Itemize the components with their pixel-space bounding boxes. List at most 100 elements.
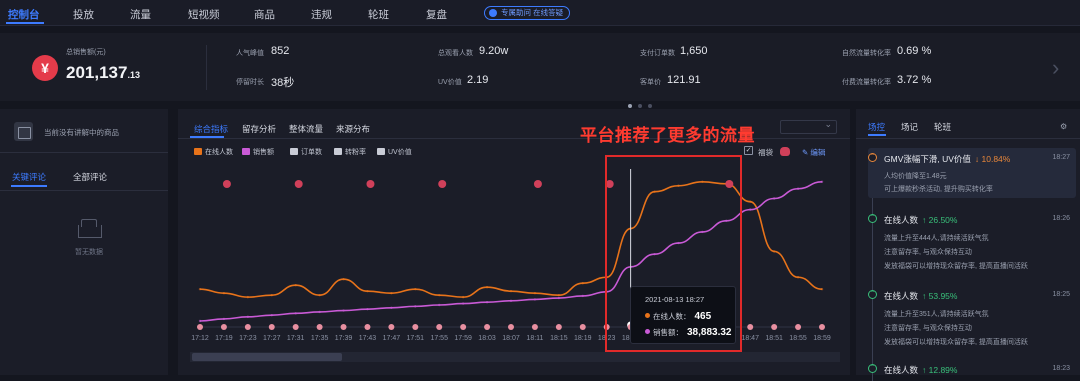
data-point [772,197,776,200]
data-point [246,315,250,319]
nav-tab-short-video[interactable]: 短视频 [188,7,220,22]
alert-item[interactable]: ⌃ 在线人数 ↑ 12.89% 18:23 [868,359,1076,375]
stat-label-peak: 人气峰值 [236,50,264,57]
lucky-bag-marker [294,180,303,188]
alerts-panel: 场控 场记 轮班 ⚙ ⌃ GMV涨幅下滑, UV价值 ↓ 10.84% 18:27… [856,109,1080,381]
data-point [294,284,297,287]
tab-shifts[interactable]: 轮班 [934,121,951,133]
nav-tab-products[interactable]: 商品 [254,7,275,22]
stat-value-natural-conv: 0.69 % [897,45,932,57]
event-marker [197,324,203,330]
chevron-right-icon[interactable]: › [1052,55,1059,81]
event-marker [412,324,419,330]
event-marker [244,324,251,330]
x-tick-label: 17:55 [430,335,448,342]
x-tick-label: 18:59 [813,335,831,342]
data-point [533,298,537,301]
event-marker [484,324,491,330]
stat-value-uv: 2.19 [467,74,489,86]
support-badge[interactable]: 专属助问 在线答疑 [484,6,571,20]
data-point [222,291,226,295]
event-marker [364,324,371,330]
metrics-chart[interactable]: 17:12 17:19 17:23 17:27 17:31 17:35 17:39 17:43… [178,109,850,375]
nav-tab-traffic[interactable]: 流量 [130,7,151,22]
gear-icon[interactable]: ⚙ [1060,122,1067,131]
alert-title: GMV涨幅下滑, UV价值 ↓ 10.84% [884,154,1011,164]
stat-label-viewers: 总观看人数 [438,50,473,57]
event-marker [531,324,538,330]
tab-field-control[interactable]: 场控 [868,121,885,133]
annotation-text: 平台推荐了更多的流量 [580,126,755,145]
data-point [509,299,513,303]
x-tick-label: 18:47 [741,335,759,342]
data-point [557,296,561,300]
alert-title: 在线人数 ↑ 12.89% [884,365,958,375]
event-marker [292,324,299,330]
stat-value-viewers: 9.20w [479,45,509,57]
x-tick-label: 18:55 [789,335,807,342]
event-marker [747,324,754,330]
data-point [270,293,273,297]
chart-scroll-thumb[interactable] [192,353,342,361]
data-point [461,302,465,305]
alert-line: 发放福袋可以增持现众留存率, 提高直播间活跃 [884,339,1028,346]
data-point [820,287,824,291]
alert-time: 18:25 [1052,291,1070,298]
data-point [796,276,800,279]
tab-all-comments[interactable]: 全部评论 [73,171,107,183]
event-marker [340,324,347,330]
nav-tab-review[interactable]: 复盘 [426,7,447,22]
x-tick-label: 18:15 [550,335,568,342]
tooltip-online: 在线人数： 465 [645,311,711,322]
x-tick-label: 17:31 [287,335,305,342]
nav-tab-ads[interactable]: 投放 [73,7,94,22]
page-dot[interactable] [648,104,652,108]
x-tick-label: 18:51 [765,335,783,342]
data-point [294,312,297,315]
x-tick-label: 17:19 [215,335,233,342]
data-point [772,250,776,253]
nav-tab-shifts[interactable]: 轮班 [368,7,389,22]
alert-item[interactable]: ⌃ GMV涨幅下滑, UV价值 ↓ 10.84% 18:27 人均价值降至1.48… [868,148,1076,198]
active-tab-indicator [6,22,44,24]
tab-field-notes[interactable]: 场记 [901,121,918,133]
data-point [796,187,800,190]
x-tick-label: 17:39 [335,335,353,342]
data-point [366,289,369,293]
alert-up-icon: ⌃ [868,364,877,373]
empty-box-icon [78,219,102,238]
data-point [461,295,465,299]
alert-line: 流量上升至444人,请持续活跃气氛 [884,235,989,242]
stat-value-peak: 852 [271,45,290,57]
stat-label-orders: 支付订单数 [640,50,675,57]
alert-item[interactable]: ⌃ 在线人数 ↑ 53.95% 18:25 流量上升至351人,请持续活跃气氛 注… [868,285,1076,349]
data-point [581,282,584,285]
lucky-bag-marker [366,180,375,188]
data-point [485,285,489,289]
data-point [270,313,273,317]
alert-item[interactable]: ⌃ 在线人数 ↑ 26.50% 18:26 流量上升至444人,请持续活跃气氛 注… [868,209,1076,273]
page-dot[interactable] [638,104,642,108]
data-point [438,293,441,297]
x-tick-label: 17:59 [454,335,472,342]
data-point [485,301,489,304]
nav-tab-violations[interactable]: 违规 [311,7,332,22]
yuan-icon: ¥ [32,55,58,81]
x-tick-label: 17:35 [311,335,329,342]
stats-divider [206,45,207,90]
tab-key-comments[interactable]: 关键评论 [12,171,46,183]
divider [0,190,168,191]
alert-line: 流量上升至351人,请持续活跃气氛 [884,311,989,318]
x-tick-label: 18:11 [526,335,543,342]
gmv-label: 总销售额(元) [66,49,106,56]
nav-tab-console[interactable]: 控制台 [8,7,40,22]
x-tick-label: 17:23 [239,335,257,342]
event-marker [388,324,395,330]
stat-label-uv: UV价值 [438,79,462,86]
alert-time: 18:23 [1052,365,1070,372]
data-point [414,287,417,291]
x-tick-label: 18:07 [502,335,520,342]
page-dot[interactable] [628,104,632,108]
event-marker [795,324,802,330]
data-point [198,287,202,291]
